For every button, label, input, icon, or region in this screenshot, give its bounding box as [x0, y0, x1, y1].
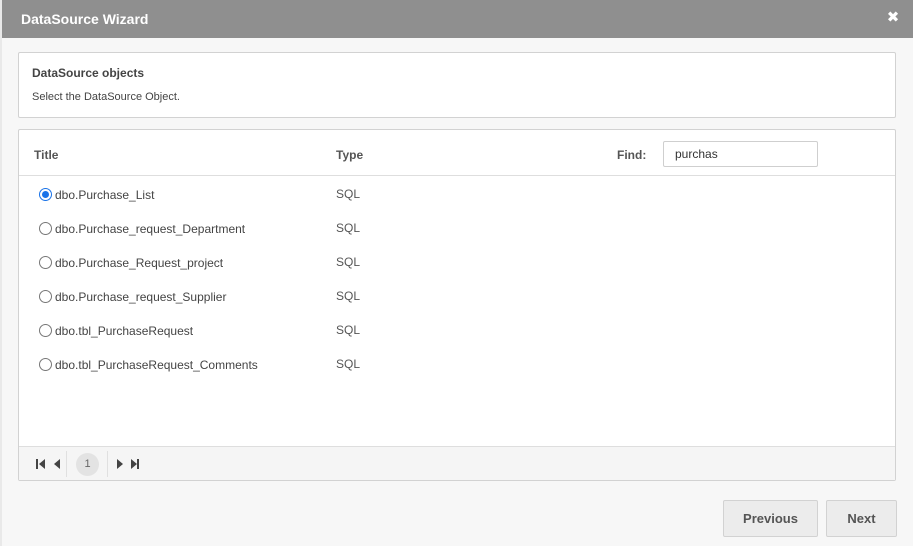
row-radio[interactable]: [39, 324, 52, 337]
column-header-type[interactable]: Type: [336, 148, 363, 162]
row-radio[interactable]: [39, 222, 52, 235]
row-name[interactable]: dbo.tbl_PurchaseRequest_Comments: [55, 358, 258, 372]
find-input[interactable]: [663, 141, 818, 167]
row-radio[interactable]: [39, 290, 52, 303]
pager-divider: [107, 451, 108, 477]
info-panel: DataSource objects Select the DataSource…: [18, 52, 896, 118]
row-name[interactable]: dbo.Purchase_request_Department: [55, 222, 245, 236]
datasource-wizard-dialog: DataSource Wizard ✖ DataSource objects S…: [2, 0, 913, 546]
row-type: SQL: [336, 323, 361, 337]
dialog-title: DataSource Wizard: [21, 11, 149, 27]
next-button[interactable]: Next: [826, 500, 897, 537]
last-page-icon[interactable]: [128, 456, 142, 472]
row-name[interactable]: dbo.Purchase_List: [55, 188, 154, 202]
page-number-button[interactable]: 1: [76, 453, 99, 476]
table-row[interactable]: dbo.Purchase_List SQL: [19, 177, 895, 211]
row-type: SQL: [336, 221, 361, 235]
table-row[interactable]: dbo.Purchase_Request_project SQL: [19, 245, 895, 279]
column-header-title[interactable]: Title: [34, 148, 58, 162]
info-description: Select the DataSource Object.: [32, 91, 180, 103]
table-row[interactable]: dbo.tbl_PurchaseRequest SQL: [19, 313, 895, 347]
row-type: SQL: [336, 187, 361, 201]
grid-rows: dbo.Purchase_List SQL dbo.Purchase_reque…: [19, 177, 895, 381]
grid-pager: 1: [19, 446, 895, 480]
datasource-grid: Title Type Find: dbo.Purchase_List SQL d…: [18, 129, 896, 481]
row-name[interactable]: dbo.tbl_PurchaseRequest: [55, 324, 193, 338]
row-name[interactable]: dbo.Purchase_request_Supplier: [55, 290, 226, 304]
pager-divider: [66, 451, 67, 477]
row-radio[interactable]: [39, 358, 52, 371]
previous-button[interactable]: Previous: [723, 500, 818, 537]
dialog-titlebar: DataSource Wizard ✖: [2, 0, 913, 38]
table-row[interactable]: dbo.tbl_PurchaseRequest_Comments SQL: [19, 347, 895, 381]
table-row[interactable]: dbo.Purchase_request_Department SQL: [19, 211, 895, 245]
row-name[interactable]: dbo.Purchase_Request_project: [55, 256, 223, 270]
previous-page-icon[interactable]: [50, 456, 64, 472]
row-radio[interactable]: [39, 188, 52, 201]
row-type: SQL: [336, 357, 361, 371]
row-type: SQL: [336, 255, 361, 269]
table-row[interactable]: dbo.Purchase_request_Supplier SQL: [19, 279, 895, 313]
row-radio[interactable]: [39, 256, 52, 269]
info-title: DataSource objects: [32, 66, 145, 80]
grid-header: Title Type Find:: [19, 130, 895, 176]
close-icon[interactable]: ✖: [884, 9, 902, 27]
next-page-icon[interactable]: [113, 456, 127, 472]
row-type: SQL: [336, 289, 361, 303]
first-page-icon[interactable]: [34, 456, 48, 472]
find-label: Find:: [617, 148, 647, 162]
